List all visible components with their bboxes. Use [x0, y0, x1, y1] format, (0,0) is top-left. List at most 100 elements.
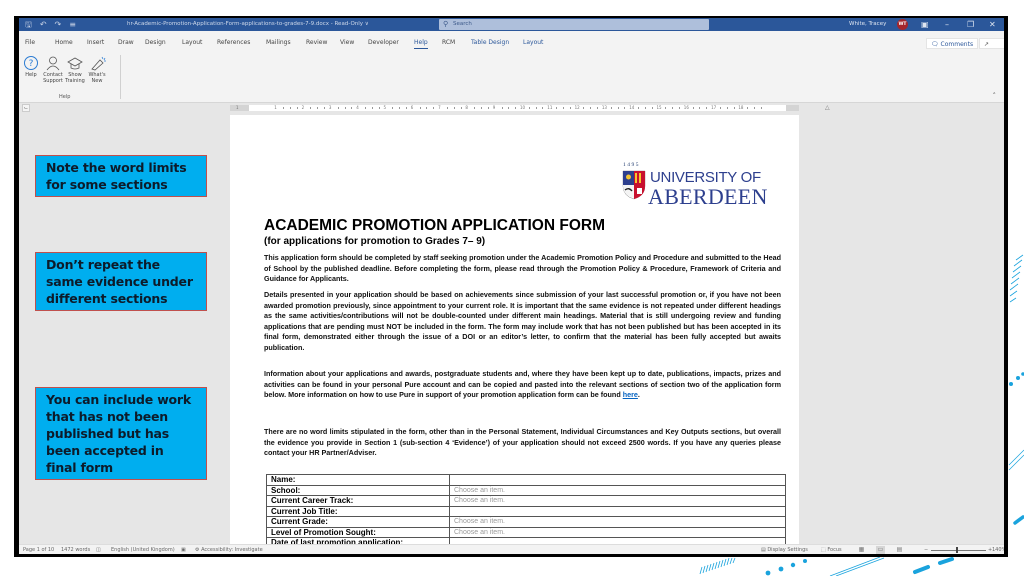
tab-insert[interactable]: Insert: [87, 39, 104, 46]
ruler-tick: [569, 107, 571, 109]
customize-icon[interactable]: ≡: [69, 20, 76, 29]
dash-right: [1013, 515, 1024, 525]
word-count[interactable]: 1472 words: [61, 547, 90, 553]
ruler-number: 3: [328, 105, 332, 110]
link-suffix: .: [637, 390, 640, 400]
tab-mailings[interactable]: Mailings: [266, 39, 291, 46]
paragraph-pure: Information about your applications and …: [264, 369, 781, 401]
zoom-slider[interactable]: [931, 549, 986, 551]
dropdown-field[interactable]: Choose an item.: [449, 495, 786, 507]
whats-new-button[interactable]: What's New: [86, 55, 108, 84]
redo-icon[interactable]: ↷: [55, 20, 62, 29]
horizontal-ruler[interactable]: 1 1 2 3 4 5 6 7 8 9 10 11 12 13 14 15 16 17 18: [230, 105, 799, 111]
document-title[interactable]: hr-Academic-Promotion-Application-Form-a…: [127, 21, 369, 27]
search-box[interactable]: ⚲ Search: [439, 19, 709, 30]
tab-rcm[interactable]: RCM: [442, 39, 455, 46]
share-button[interactable]: ↗ Share ˅: [979, 38, 1004, 70]
show-training-button[interactable]: Show Training: [64, 55, 86, 84]
save-icon[interactable]: 🖫: [25, 20, 32, 29]
paragraph-pure-text: Information about your applications and …: [264, 369, 781, 400]
table-row: Current Career Track: Choose an item.: [266, 495, 786, 507]
ruler-tick: [399, 107, 401, 109]
parallel-lines-bottom: [829, 556, 885, 576]
text-field[interactable]: [449, 505, 786, 517]
dropdown-field[interactable]: Choose an item.: [449, 516, 786, 528]
text-field[interactable]: [449, 474, 786, 486]
tab-design[interactable]: Design: [145, 39, 166, 46]
zoom-slider-thumb[interactable]: [956, 547, 958, 553]
tab-references[interactable]: References: [217, 39, 250, 46]
tab-draw[interactable]: Draw: [118, 39, 134, 46]
page-count[interactable]: Page 1 of 10: [23, 547, 54, 553]
close-icon[interactable]: ✕: [989, 19, 996, 30]
contact-support-button[interactable]: Contact Support: [42, 55, 64, 84]
tab-help[interactable]: Help: [414, 39, 428, 49]
quick-access-toolbar: 🖫 ↶ ↷ ≡: [25, 20, 76, 29]
share-icon: ↗: [984, 41, 990, 48]
ribbon: ? Help Contact Support Show Training Wha…: [19, 52, 1004, 103]
proofing-icon[interactable]: ◫: [96, 547, 101, 553]
ruler-tick: [562, 107, 564, 109]
document-subtitle: (for applications for promotion to Grade…: [264, 236, 486, 247]
tab-selector[interactable]: ⌙: [22, 104, 30, 112]
tab-review[interactable]: Review: [306, 39, 327, 46]
tab-file[interactable]: File: [25, 39, 35, 46]
ruler-number: 13: [601, 105, 607, 110]
ruler-tick: [433, 107, 435, 109]
minimize-icon[interactable]: –: [945, 19, 949, 30]
word-window: 🖫 ↶ ↷ ≡ hr-Academic-Promotion-Applicatio…: [19, 18, 1004, 554]
comments-button[interactable]: 🗨 Comments: [926, 38, 979, 49]
ruler-number: 10: [520, 105, 526, 110]
tab-home[interactable]: Home: [55, 39, 73, 46]
user-name[interactable]: White, Tracey: [849, 21, 886, 27]
ruler-tick: [487, 107, 489, 109]
track-changes-icon[interactable]: ▣: [181, 547, 186, 553]
dropdown-field[interactable]: Choose an item.: [449, 484, 786, 496]
document-page[interactable]: 1495 UNIVERSITY OF ABERDEEN ACADEMIC PRO…: [230, 115, 799, 554]
status-bar: Page 1 of 10 1472 words ◫ English (Unite…: [19, 544, 1004, 554]
tab-developer[interactable]: Developer: [368, 39, 399, 46]
tab-table-layout[interactable]: Layout: [523, 39, 543, 46]
title-bar: 🖫 ↶ ↷ ≡ hr-Academic-Promotion-Applicatio…: [19, 18, 1004, 31]
whats-new-icon: [91, 56, 106, 71]
collapse-ribbon-icon[interactable]: ˄: [993, 92, 997, 100]
ruler-number: 15: [656, 105, 662, 110]
web-layout-icon[interactable]: ▤: [895, 546, 904, 554]
dots-bottom: [765, 559, 807, 576]
ruler-toggle-icon[interactable]: △: [825, 104, 830, 111]
callout-accepted-work: You can include work that has not been p…: [35, 387, 207, 480]
ruler-tick: [542, 107, 544, 109]
field-label: Current Grade:: [266, 516, 450, 528]
ribbon-display-icon[interactable]: ▣: [921, 19, 929, 30]
read-mode-icon[interactable]: ▦: [857, 546, 866, 554]
print-layout-icon[interactable]: ▭: [876, 546, 885, 554]
help-icon: ?: [24, 56, 38, 70]
accessibility-status[interactable]: ⚙ Accessibility: Investigate: [195, 547, 263, 553]
help-button[interactable]: ? Help: [20, 55, 42, 78]
ruler-number: 1: [274, 105, 277, 110]
restore-icon[interactable]: ❐: [967, 19, 974, 30]
ruler-tick: [371, 107, 373, 109]
tab-layout[interactable]: Layout: [182, 39, 202, 46]
comments-label: Comments: [940, 41, 974, 48]
display-settings-button[interactable]: ▤ Display Settings: [761, 547, 808, 553]
here-link[interactable]: here: [623, 390, 638, 399]
tab-view[interactable]: View: [340, 39, 354, 46]
callout-word-limits: Note the word limits for some sections: [35, 155, 207, 197]
logo-year: 1495: [623, 162, 640, 168]
zoom-out-button[interactable]: −: [924, 547, 928, 553]
dropdown-field[interactable]: Choose an item.: [449, 526, 786, 538]
ribbon-separator: [120, 55, 121, 99]
field-label: Level of Promotion Sought:: [266, 526, 450, 538]
ruler-tick: [405, 107, 407, 109]
language-status[interactable]: English (United Kingdom): [111, 547, 175, 553]
table-row: Name:: [266, 474, 786, 486]
hatched-stroke-bottom: [699, 557, 736, 575]
zoom-level[interactable]: 140%: [992, 547, 1004, 553]
ruler-tick: [638, 107, 640, 109]
undo-icon[interactable]: ↶: [40, 20, 47, 29]
focus-button[interactable]: ⬚ Focus: [821, 547, 842, 553]
avatar[interactable]: WT: [897, 19, 908, 30]
tab-table-design[interactable]: Table Design: [471, 39, 509, 46]
ruler-tick: [754, 107, 756, 109]
